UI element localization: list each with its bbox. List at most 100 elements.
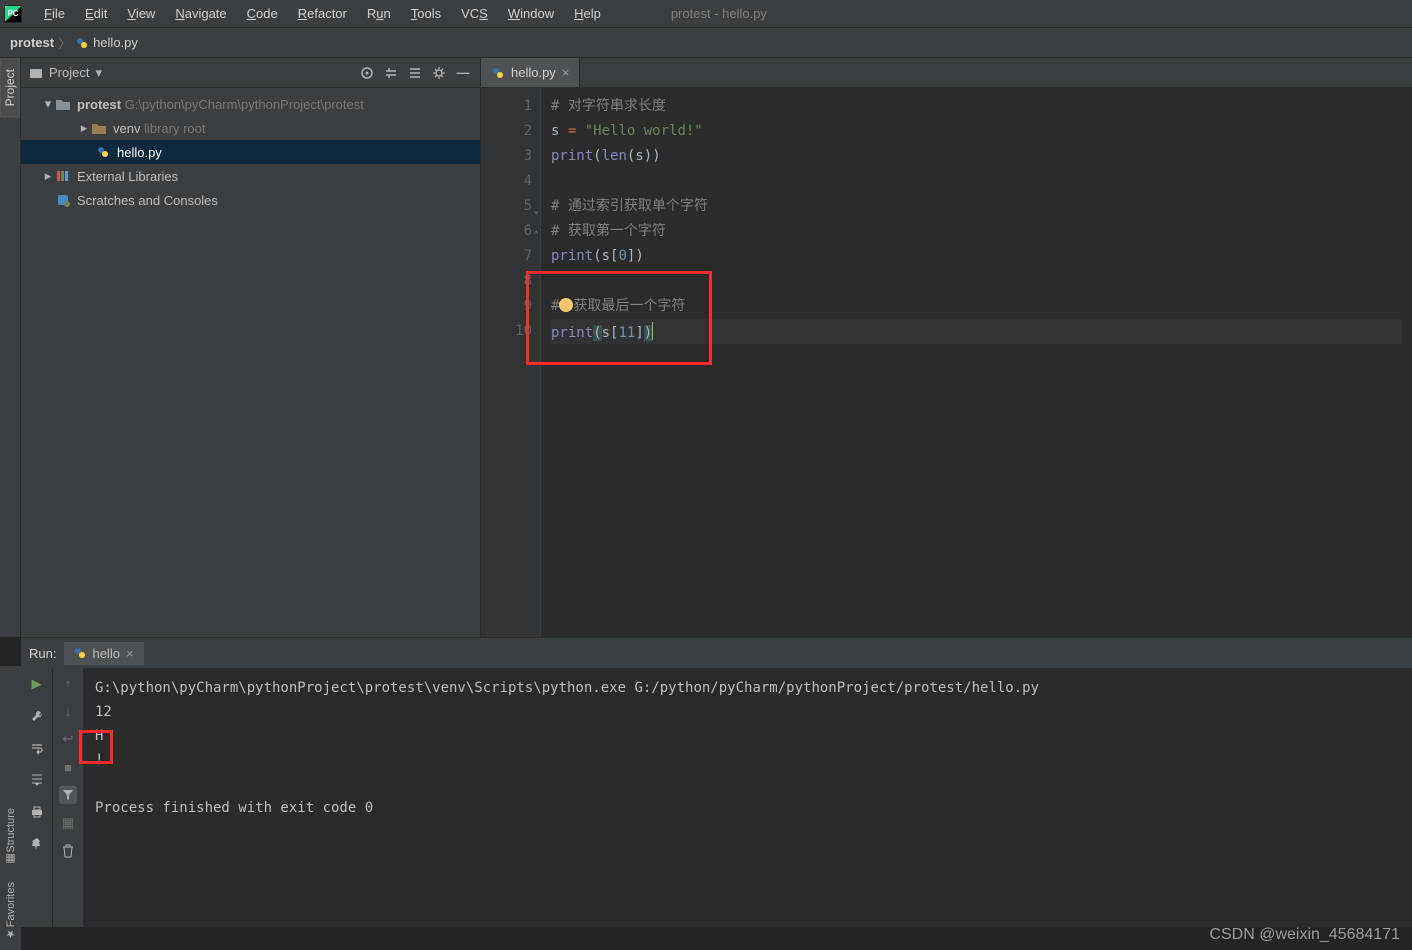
tree-file-name: hello.py: [117, 145, 162, 160]
intention-bulb-icon[interactable]: [559, 298, 573, 312]
code-line-1: # 对字符串求长度: [551, 98, 666, 114]
chevron-right-icon[interactable]: ▸: [77, 120, 91, 136]
code-line-7: print(s[0]): [551, 244, 1402, 269]
python-file-icon: [75, 36, 89, 50]
sidebar-tab-project[interactable]: Project: [0, 58, 20, 117]
tree-scratch-label: Scratches and Consoles: [77, 193, 218, 208]
main-menu-bar: PC File Edit View Navigate Code Refactor…: [0, 0, 1412, 28]
layout-icon[interactable]: ▦: [59, 814, 77, 832]
tree-root-name: protest: [77, 97, 121, 112]
code-line-6: ⌃# 获取第一个字符: [551, 219, 1402, 244]
close-icon[interactable]: ×: [562, 65, 570, 80]
console-line-2: H: [95, 724, 1400, 748]
rerun-icon[interactable]: ▶: [27, 674, 47, 694]
breadcrumb-file-label: hello.py: [93, 35, 138, 50]
code-line-5: ⌄# 通过索引获取单个字符: [551, 194, 1402, 219]
soft-wrap-icon[interactable]: ↩: [59, 730, 77, 748]
python-file-icon: [74, 647, 86, 659]
run-header: Run: hello ×: [21, 638, 1412, 668]
breadcrumb-file[interactable]: hello.py: [75, 35, 138, 50]
scratch-icon: [55, 192, 71, 208]
run-tab-hello[interactable]: hello ×: [64, 642, 143, 665]
folder-icon: [55, 96, 71, 112]
menu-window[interactable]: Window: [498, 2, 564, 25]
left-gutter-bottom: ▦ Structure ★ Favorites: [0, 666, 21, 950]
menu-edit[interactable]: Edit: [75, 2, 117, 25]
gear-icon[interactable]: [430, 64, 448, 82]
python-file-icon: [491, 66, 505, 80]
menu-vcs[interactable]: VCS: [451, 2, 498, 25]
code-body[interactable]: # 对字符串求长度 s = "Hello world!" print(len(s…: [541, 88, 1412, 637]
app-icon: PC: [4, 5, 22, 23]
editor-area: hello.py × 1 2 3 4 5 6 7 8 9 10 # 对字符串求长…: [481, 58, 1412, 637]
line-gutter: 1 2 3 4 5 6 7 8 9 10: [481, 88, 541, 637]
hide-icon[interactable]: —: [454, 64, 472, 82]
tree-hello-file[interactable]: hello.py: [21, 140, 480, 164]
editor-tab-hello[interactable]: hello.py ×: [481, 58, 580, 87]
menu-navigate[interactable]: Navigate: [165, 2, 236, 25]
tree-venv[interactable]: ▸ venv library root: [21, 116, 480, 140]
down-arrow-icon[interactable]: ↓: [59, 702, 77, 720]
run-console[interactable]: G:\python\pyCharm\pythonProject\protest\…: [83, 668, 1412, 927]
code-line-3: print(len(s)): [551, 144, 1402, 169]
pin-icon[interactable]: [27, 834, 47, 854]
stop-icon[interactable]: ■: [59, 758, 77, 776]
editor-tab-label: hello.py: [511, 65, 556, 80]
editor-tabs: hello.py ×: [481, 58, 1412, 88]
close-icon[interactable]: ×: [126, 646, 134, 661]
breadcrumb-root[interactable]: protest: [10, 35, 54, 50]
code-editor[interactable]: 1 2 3 4 5 6 7 8 9 10 # 对字符串求长度 s = "Hell…: [481, 88, 1412, 637]
menu-refactor[interactable]: Refactor: [288, 2, 357, 25]
print-icon[interactable]: [27, 802, 47, 822]
library-icon: [55, 168, 71, 184]
tree-venv-hint: library root: [144, 121, 205, 136]
window-title: protest - hello.py: [671, 6, 767, 21]
watermark: CSDN @weixin_45684171: [1209, 926, 1400, 944]
run-header-label: Run:: [29, 646, 56, 661]
tree-ext-label: External Libraries: [77, 169, 178, 184]
tree-root[interactable]: ▾ protest G:\python\pyCharm\pythonProjec…: [21, 92, 480, 116]
tree-scratches[interactable]: Scratches and Consoles: [21, 188, 480, 212]
menu-file[interactable]: File: [34, 2, 75, 25]
run-nav-icons: ↑ ↓ ↩ ■ ▦: [53, 668, 83, 927]
locate-icon[interactable]: [358, 64, 376, 82]
annotation-highlight-box: [79, 730, 113, 764]
menu-tools[interactable]: Tools: [401, 2, 451, 25]
project-tree[interactable]: ▾ protest G:\python\pyCharm\pythonProjec…: [21, 88, 480, 637]
expand-all-icon[interactable]: [382, 64, 400, 82]
toggle-soft-wrap-icon[interactable]: [27, 738, 47, 758]
chevron-down-icon[interactable]: ▾: [95, 65, 102, 81]
menu-run[interactable]: Run: [357, 2, 401, 25]
menu-help[interactable]: Help: [564, 2, 611, 25]
run-toolbar: ▶: [21, 668, 53, 927]
run-tool-window: Run: hello × ▶ ↑ ↓ ↩ ■ ▦ G:\python\pyCha…: [21, 637, 1412, 927]
tree-ext-libs[interactable]: ▸ External Libraries: [21, 164, 480, 188]
tree-venv-name: venv: [113, 121, 140, 136]
run-tab-label: hello: [92, 646, 119, 661]
console-exit: Process finished with exit code 0: [95, 796, 1400, 820]
project-header: Project ▾ —: [21, 58, 480, 88]
up-arrow-icon[interactable]: ↑: [59, 674, 77, 692]
project-view-label[interactable]: Project: [49, 65, 89, 80]
collapse-all-icon[interactable]: [406, 64, 424, 82]
breadcrumb-bar: protest 〉 hello.py: [0, 28, 1412, 58]
breadcrumb-separator: 〉: [58, 33, 71, 52]
sidebar-tab-favorites[interactable]: ★ Favorites: [4, 882, 17, 940]
sidebar-tab-structure[interactable]: ▦ Structure: [4, 808, 17, 866]
project-tool-window: Project ▾ — ▾ protest G:\python\pyCharm\…: [21, 58, 481, 637]
scroll-to-end-icon[interactable]: [27, 770, 47, 790]
filter-icon[interactable]: [59, 786, 77, 804]
breadcrumb-root-label: protest: [10, 35, 54, 50]
project-view-icon: [29, 66, 43, 80]
console-cmd: G:\python\pyCharm\pythonProject\protest\…: [95, 676, 1400, 700]
menu-view[interactable]: View: [117, 2, 165, 25]
chevron-down-icon[interactable]: ▾: [41, 96, 55, 112]
code-line-9: #获取最后一个字符: [551, 294, 1402, 319]
wrench-icon[interactable]: [27, 706, 47, 726]
chevron-right-icon[interactable]: ▸: [41, 168, 55, 184]
menu-code[interactable]: Code: [237, 2, 288, 25]
console-line-1: 12: [95, 700, 1400, 724]
trash-icon[interactable]: [59, 842, 77, 860]
tree-root-path: G:\python\pyCharm\pythonProject\protest: [125, 97, 364, 112]
code-line-10: print(s[11]): [551, 319, 1402, 344]
